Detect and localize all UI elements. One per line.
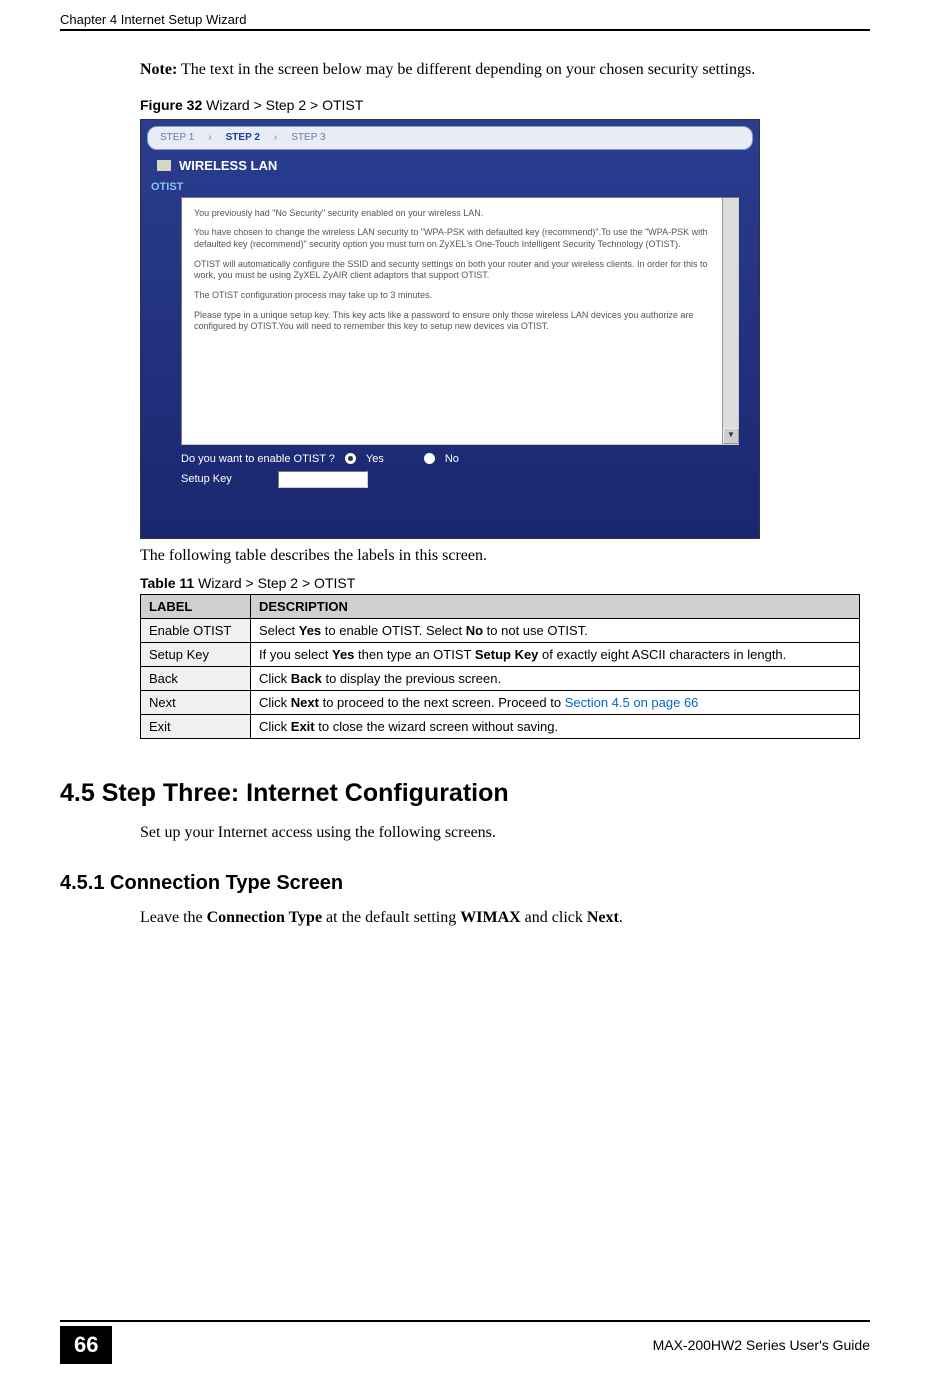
table-row: Next Click Next to proceed to the next s… [141, 690, 860, 714]
table-label: Table 11 [140, 575, 194, 591]
section-4.5.1-heading: 4.5.1 Connection Type Screen [60, 872, 860, 895]
row-desc: If you select Yes then type an OTIST Set… [251, 642, 860, 666]
setup-key-input[interactable] [278, 471, 368, 488]
page-number: 66 [60, 1326, 112, 1364]
page-header: Chapter 4 Internet Setup Wizard [60, 12, 870, 31]
step-3: STEP 3 [291, 132, 325, 143]
table-intro: The following table describes the labels… [140, 547, 860, 565]
radio-yes[interactable] [345, 453, 356, 464]
scroll-down-icon[interactable]: ▼ [723, 428, 739, 444]
row-desc: Select Yes to enable OTIST. Select No to… [251, 618, 860, 642]
step-1: STEP 1 [160, 132, 194, 143]
table-row: Enable OTIST Select Yes to enable OTIST.… [141, 618, 860, 642]
note-label: Note: [140, 61, 177, 78]
info-para: You previously had "No Security" securit… [194, 208, 726, 220]
row-desc: Click Back to display the previous scree… [251, 666, 860, 690]
figure-caption: Figure 32 Wizard > Step 2 > OTIST [140, 97, 860, 113]
row-label: Setup Key [141, 642, 251, 666]
section-4.5-heading: 4.5 Step Three: Internet Configuration [60, 779, 860, 808]
col-label: LABEL [141, 594, 251, 618]
table-row: Setup Key If you select Yes then type an… [141, 642, 860, 666]
page-footer: 66 MAX-200HW2 Series User's Guide [60, 1320, 870, 1364]
wizard-screenshot: STEP 1 › STEP 2 › STEP 3 WIRELESS LAN OT… [140, 119, 760, 539]
chapter-title: Chapter 4 Internet Setup Wizard [60, 12, 246, 27]
step-arrow: › [274, 132, 277, 143]
setup-key-label: Setup Key [181, 473, 232, 485]
folder-icon [157, 160, 171, 171]
yes-label: Yes [366, 453, 384, 465]
table-caption: Table 11 Wizard > Step 2 > OTIST [140, 575, 860, 591]
enable-otist-row: Do you want to enable OTIST ? Yes No [181, 453, 739, 465]
info-textbox: You previously had "No Security" securit… [181, 197, 739, 445]
setup-key-row: Setup Key [181, 471, 739, 488]
step-arrow: › [208, 132, 211, 143]
row-desc: Click Next to proceed to the next screen… [251, 690, 860, 714]
note-text: Note: The text in the screen below may b… [140, 59, 860, 81]
table-row: Exit Click Exit to close the wizard scre… [141, 714, 860, 738]
table-row: Back Click Back to display the previous … [141, 666, 860, 690]
col-description: DESCRIPTION [251, 594, 860, 618]
step-bar: STEP 1 › STEP 2 › STEP 3 [147, 126, 753, 150]
figure-label: Figure 32 [140, 97, 202, 113]
row-label: Enable OTIST [141, 618, 251, 642]
info-para: Please type in a unique setup key. This … [194, 310, 726, 333]
otist-label: OTIST [151, 181, 759, 193]
section-4.5.1-text: Leave the Connection Type at the default… [140, 907, 860, 929]
enable-question: Do you want to enable OTIST ? [181, 453, 335, 465]
scrollbar[interactable]: ▼ [722, 198, 738, 444]
section-title: WIRELESS LAN [157, 158, 743, 173]
info-para: You have chosen to change the wireless L… [194, 227, 726, 250]
info-para: OTIST will automatically configure the S… [194, 259, 726, 282]
section-link[interactable]: Section 4.5 on page 66 [565, 695, 699, 710]
row-desc: Click Exit to close the wizard screen wi… [251, 714, 860, 738]
section-4.5-text: Set up your Internet access using the fo… [140, 822, 860, 844]
radio-no[interactable] [424, 453, 435, 464]
no-label: No [445, 453, 459, 465]
description-table: LABEL DESCRIPTION Enable OTIST Select Ye… [140, 594, 860, 739]
guide-name: MAX-200HW2 Series User's Guide [653, 1337, 870, 1353]
info-para: The OTIST configuration process may take… [194, 290, 726, 302]
row-label: Next [141, 690, 251, 714]
step-2-active: STEP 2 [226, 132, 260, 143]
row-label: Back [141, 666, 251, 690]
row-label: Exit [141, 714, 251, 738]
